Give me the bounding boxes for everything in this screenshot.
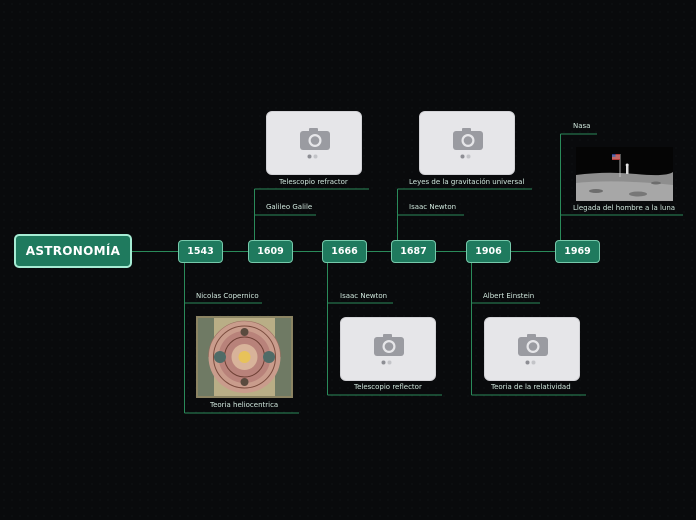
year-node-1687[interactable]: 1687 (391, 240, 436, 263)
person-label-1687[interactable]: Isaac Newton (409, 203, 456, 212)
year-label: 1906 (475, 246, 502, 257)
image-placeholder-dots-icon (460, 154, 471, 159)
camera-icon (453, 128, 483, 150)
image-placeholder-1609[interactable] (266, 111, 362, 175)
topic-label-1687[interactable]: Leyes de la gravitación universal (409, 178, 524, 187)
topic-label-1543[interactable]: Teoria heliocentrica (210, 401, 278, 410)
topic-label-1666[interactable]: Telescopio reflector (354, 383, 422, 392)
image-placeholder-1687[interactable] (419, 111, 515, 175)
year-label: 1543 (187, 246, 214, 257)
year-node-1666[interactable]: 1666 (322, 240, 367, 263)
topic-label-1609[interactable]: Telescopio refractor (279, 178, 348, 187)
year-node-1609[interactable]: 1609 (248, 240, 293, 263)
central-topic[interactable]: ASTRONOMÍA (14, 234, 132, 268)
year-node-1543[interactable]: 1543 (178, 240, 223, 263)
image-placeholder-1906[interactable] (484, 317, 580, 381)
year-node-1906[interactable]: 1906 (466, 240, 511, 263)
year-label: 1609 (257, 246, 284, 257)
image-placeholder-dots-icon (307, 154, 318, 159)
year-label: 1687 (400, 246, 427, 257)
topic-label-1906[interactable]: Teoria de la relatividad (491, 383, 571, 392)
image-placeholder-1666[interactable] (340, 317, 436, 381)
camera-icon (518, 334, 548, 356)
image-placeholder-dots-icon (525, 360, 536, 365)
person-label-1969[interactable]: Nasa (573, 122, 590, 131)
heliocentric-diagram-image (196, 316, 293, 398)
person-label-1543[interactable]: Nicolas Copernico (196, 292, 259, 301)
person-label-1906[interactable]: Albert Einstein (483, 292, 534, 301)
year-label: 1969 (564, 246, 591, 257)
camera-icon (374, 334, 404, 356)
image-placeholder-dots-icon (381, 360, 392, 365)
central-topic-label: ASTRONOMÍA (25, 244, 121, 258)
year-label: 1666 (331, 246, 358, 257)
year-node-1969[interactable]: 1969 (555, 240, 600, 263)
moon-landing-image (576, 147, 673, 201)
camera-icon (300, 128, 330, 150)
topic-label-1969[interactable]: Llegada del hombre a la luna (573, 204, 675, 213)
person-label-1609[interactable]: Galileo Galile (266, 203, 312, 212)
person-label-1666[interactable]: Isaac Newton (340, 292, 387, 301)
